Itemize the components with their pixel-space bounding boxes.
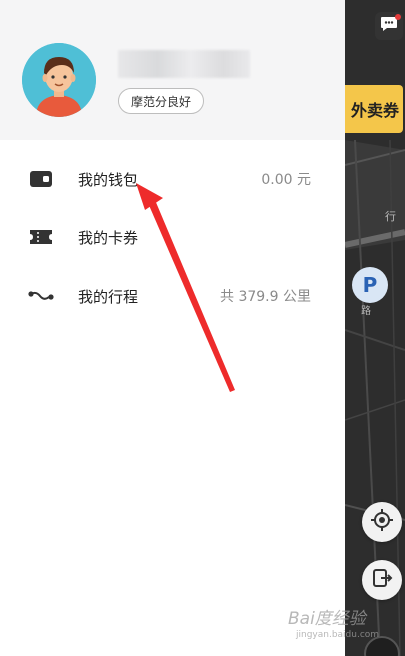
credit-score-label: 摩范分良好 — [131, 94, 192, 109]
route-icon — [28, 286, 54, 306]
menu-item-trips[interactable]: 我的行程 共 379.9 公里 — [0, 276, 345, 316]
side-drawer: 摩范分良好 我的钱包 0.00 元 我的卡券 我的行程 共 379.9 公里 — [0, 0, 345, 656]
message-button[interactable] — [375, 12, 403, 40]
map-label-road2: 路 — [361, 306, 371, 317]
coupons-label: 我的卡券 — [78, 228, 139, 247]
credit-score-badge[interactable]: 摩范分良好 — [118, 88, 205, 114]
menu-item-coupons[interactable]: 我的卡券 — [0, 217, 345, 257]
parking-icon: P — [362, 273, 378, 297]
wallet-icon — [28, 169, 54, 189]
notification-dot — [395, 14, 401, 20]
avatar[interactable] — [22, 43, 96, 117]
username-redacted — [118, 50, 250, 78]
watermark-text: Bai度经验 — [288, 609, 366, 629]
trips-label: 我的行程 — [78, 287, 139, 306]
promo-text: 外卖券 — [350, 101, 399, 120]
profile-header[interactable]: 摩范分良好 — [0, 0, 345, 140]
wallet-balance: 0.00 元 — [261, 172, 311, 188]
coupon-promo-banner[interactable]: 外卖券 — [345, 85, 403, 133]
ticket-icon — [28, 227, 54, 247]
unlock-button[interactable] — [362, 560, 402, 600]
wallet-label: 我的钱包 — [78, 170, 139, 189]
unlock-icon — [371, 567, 393, 593]
trips-distance: 共 379.9 公里 — [220, 289, 311, 305]
map-label-road: 行 — [385, 210, 396, 223]
menu-item-wallet[interactable]: 我的钱包 0.00 元 — [0, 159, 345, 199]
locate-icon — [370, 508, 394, 536]
watermark-url: jingyan.baidu.com — [296, 630, 380, 640]
parking-marker[interactable]: P — [352, 267, 388, 303]
avatar-illustration — [22, 43, 96, 117]
locate-button[interactable] — [362, 502, 402, 542]
